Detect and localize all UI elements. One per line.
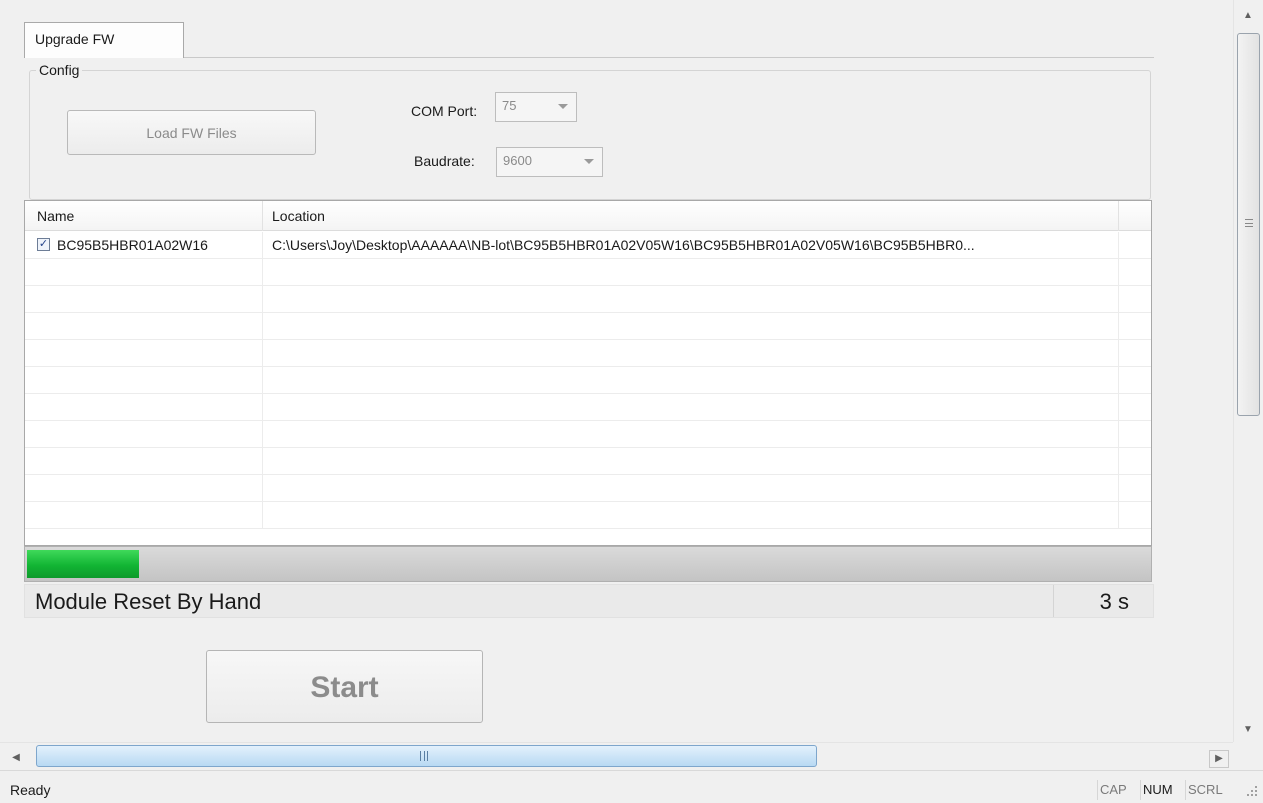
scroll-right-icon[interactable]: ▶: [1209, 750, 1229, 768]
empty-cell: [25, 367, 263, 393]
tab-upgrade-fw[interactable]: Upgrade FW: [24, 22, 184, 58]
row-location: C:\Users\Joy\Desktop\AAAAAA\NB-lot\BC95B…: [272, 237, 975, 253]
status-panel: Module Reset By Hand 3 s: [24, 584, 1154, 618]
status-bar-text: Ready: [10, 782, 51, 798]
table-row-empty: [25, 367, 1151, 394]
empty-cell: [263, 340, 1119, 366]
empty-cell: [263, 367, 1119, 393]
chevron-down-icon: [584, 159, 594, 164]
load-fw-files-button[interactable]: Load FW Files: [67, 110, 316, 155]
empty-cell: [25, 313, 263, 339]
row-checkbox[interactable]: ✓: [37, 238, 50, 251]
row-name: BC95B5HBR01A02W16: [57, 237, 208, 253]
empty-cell: [263, 502, 1119, 528]
empty-cell: [263, 259, 1119, 285]
empty-cell: [263, 448, 1119, 474]
baudrate-select[interactable]: 9600: [496, 147, 603, 177]
table-row-empty: [25, 475, 1151, 502]
empty-cell: [263, 475, 1119, 501]
table-row-empty: [25, 448, 1151, 475]
empty-cell: [25, 448, 263, 474]
timer-readout: 3 s: [1053, 585, 1153, 617]
baudrate-value: 9600: [503, 153, 532, 168]
scroll-up-icon[interactable]: ▲: [1240, 8, 1256, 24]
location-cell: C:\Users\Joy\Desktop\AAAAAA\NB-lot\BC95B…: [263, 232, 1119, 258]
empty-cell: [25, 340, 263, 366]
status-message: Module Reset By Hand: [35, 589, 262, 614]
scroll-left-icon[interactable]: ◀: [8, 750, 24, 766]
table-row[interactable]: ✓ BC95B5HBR01A02W16 C:\Users\Joy\Desktop…: [25, 232, 1151, 259]
com-port-value: 75: [502, 98, 517, 113]
table-row-empty: [25, 502, 1151, 529]
empty-cell: [25, 259, 263, 285]
empty-cell: [25, 475, 263, 501]
chevron-down-icon: [558, 104, 568, 109]
scroll-lock-indicator: SCRL: [1185, 780, 1225, 800]
empty-cell: [25, 286, 263, 312]
table-row-empty: [25, 313, 1151, 340]
column-header-name[interactable]: Name: [25, 201, 263, 231]
empty-cell: [263, 286, 1119, 312]
column-header-location[interactable]: Location: [263, 201, 1119, 231]
firmware-file-table[interactable]: Name Location ✓ BC95B5HBR01A02W16 C:\Use…: [24, 200, 1152, 546]
empty-cell: [263, 421, 1119, 447]
table-row-empty: [25, 340, 1151, 367]
num-lock-indicator: NUM: [1140, 780, 1175, 800]
empty-cell: [263, 394, 1119, 420]
status-bar: [0, 770, 1263, 803]
table-body: ✓ BC95B5HBR01A02W16 C:\Users\Joy\Desktop…: [25, 232, 1151, 529]
com-port-label: COM Port:: [411, 103, 478, 119]
baudrate-label: Baudrate:: [414, 153, 475, 169]
progress-fill: [27, 550, 139, 578]
empty-cell: [25, 421, 263, 447]
table-row-empty: [25, 421, 1151, 448]
start-button[interactable]: Start: [206, 650, 483, 723]
empty-cell: [263, 313, 1119, 339]
table-header: Name Location: [25, 201, 1151, 231]
grip-icon: [1245, 219, 1253, 227]
progress-bar: [24, 546, 1152, 582]
grip-icon: [420, 751, 428, 761]
config-title: Config: [36, 61, 83, 79]
scroll-down-icon[interactable]: ▼: [1240, 722, 1256, 738]
name-cell: ✓ BC95B5HBR01A02W16: [25, 232, 263, 258]
empty-cell: [25, 502, 263, 528]
empty-cell: [25, 394, 263, 420]
table-row-empty: [25, 286, 1151, 313]
table-row-empty: [25, 394, 1151, 421]
caps-lock-indicator: CAP: [1097, 780, 1129, 800]
table-row-empty: [25, 259, 1151, 286]
resize-grip-icon[interactable]: [1246, 786, 1258, 798]
com-port-select[interactable]: 75: [495, 92, 577, 122]
column-header-filler: [1119, 201, 1151, 231]
